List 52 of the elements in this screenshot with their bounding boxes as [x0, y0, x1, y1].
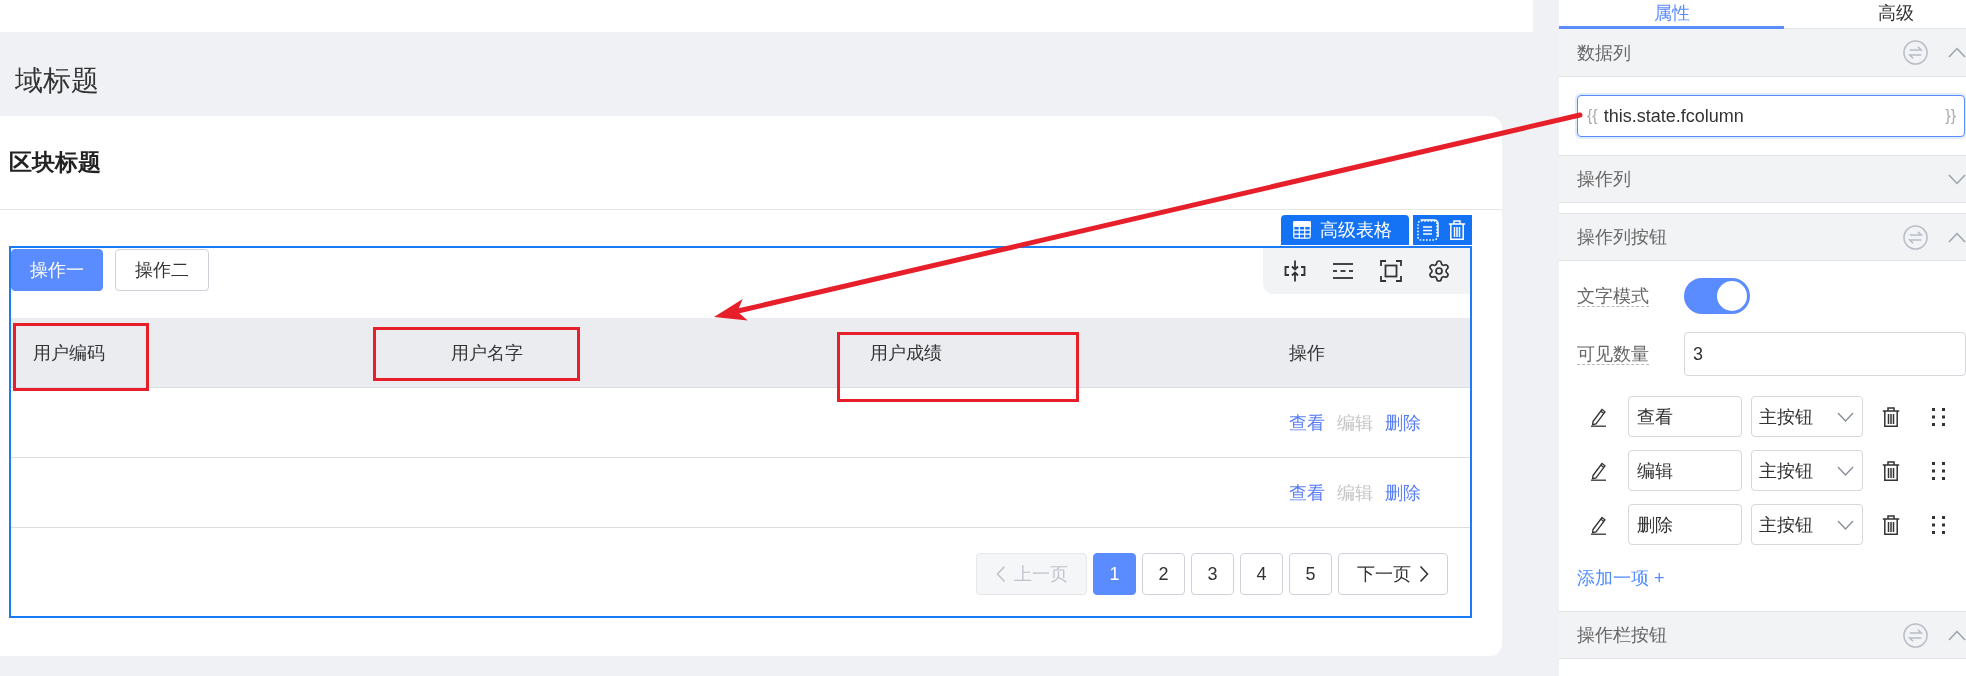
- column-header: 用户编码: [33, 341, 105, 365]
- component-badge[interactable]: 高级表格: [1281, 215, 1409, 245]
- action-link[interactable]: 删除: [1385, 410, 1421, 435]
- section-title: 操作列按钮: [1577, 226, 1667, 249]
- button-name-field[interactable]: 编辑: [1628, 450, 1742, 491]
- field-label: 可见数量: [1577, 344, 1649, 365]
- chevron-left-icon: [995, 565, 1006, 583]
- area-title: 域标题: [15, 65, 99, 97]
- column-header: 用户成绩: [870, 341, 942, 365]
- action-link[interactable]: 查看: [1289, 480, 1325, 505]
- block-title: 区块标题: [9, 148, 101, 177]
- next-page-button[interactable]: 下一页: [1338, 553, 1448, 595]
- chevron-down-icon: [1837, 519, 1854, 530]
- drag-handle-icon[interactable]: [1932, 514, 1945, 535]
- edit-icon[interactable]: [1590, 514, 1607, 535]
- chevron-down-icon: [1837, 465, 1854, 476]
- section-title: 操作列: [1577, 168, 1631, 191]
- page-button[interactable]: 5: [1289, 553, 1332, 595]
- button-type-select[interactable]: 主按钮: [1751, 450, 1863, 491]
- chevron-right-icon: [1419, 565, 1429, 583]
- column-header: 用户名字: [451, 341, 523, 365]
- drag-handle-icon[interactable]: [1932, 460, 1945, 481]
- action-link[interactable]: 删除: [1385, 480, 1421, 505]
- page-button[interactable]: 2: [1142, 553, 1185, 595]
- expression-field[interactable]: {{ this.state.fcolumn }}: [1577, 95, 1965, 137]
- page-button[interactable]: 4: [1240, 553, 1283, 595]
- edit-icon[interactable]: [1590, 460, 1607, 481]
- settings-icon[interactable]: [1427, 259, 1451, 283]
- delete-icon[interactable]: [1882, 460, 1900, 481]
- button-name-field[interactable]: 删除: [1628, 504, 1742, 545]
- action-button[interactable]: 操作二: [115, 249, 209, 291]
- button-name-field[interactable]: 查看: [1628, 396, 1742, 437]
- column-header: 操作: [1289, 341, 1325, 365]
- edit-icon[interactable]: [1590, 406, 1607, 427]
- table-icon: [1293, 221, 1311, 239]
- section-title: 操作栏按钮: [1577, 624, 1667, 647]
- chevron-down-icon: [1837, 411, 1854, 422]
- button-type-select[interactable]: 主按钮: [1751, 396, 1863, 437]
- delete-icon[interactable]: [1882, 406, 1900, 427]
- delete-icon[interactable]: [1882, 514, 1900, 535]
- button-type-select[interactable]: 主按钮: [1751, 504, 1863, 545]
- fullscreen-icon[interactable]: [1379, 259, 1403, 283]
- page-button[interactable]: 3: [1191, 553, 1234, 595]
- action-link[interactable]: 查看: [1289, 410, 1325, 435]
- toggle-switch[interactable]: [1684, 278, 1750, 314]
- field-label: 文字模式: [1577, 286, 1649, 307]
- panel-tab[interactable]: 高级: [1784, 0, 1966, 29]
- section-title: 数据列: [1577, 41, 1631, 65]
- count-field[interactable]: 3: [1684, 332, 1966, 376]
- drag-handle-icon[interactable]: [1932, 406, 1945, 427]
- copy-icon[interactable]: [1417, 219, 1439, 241]
- vertical-arrows-icon[interactable]: [1283, 259, 1307, 283]
